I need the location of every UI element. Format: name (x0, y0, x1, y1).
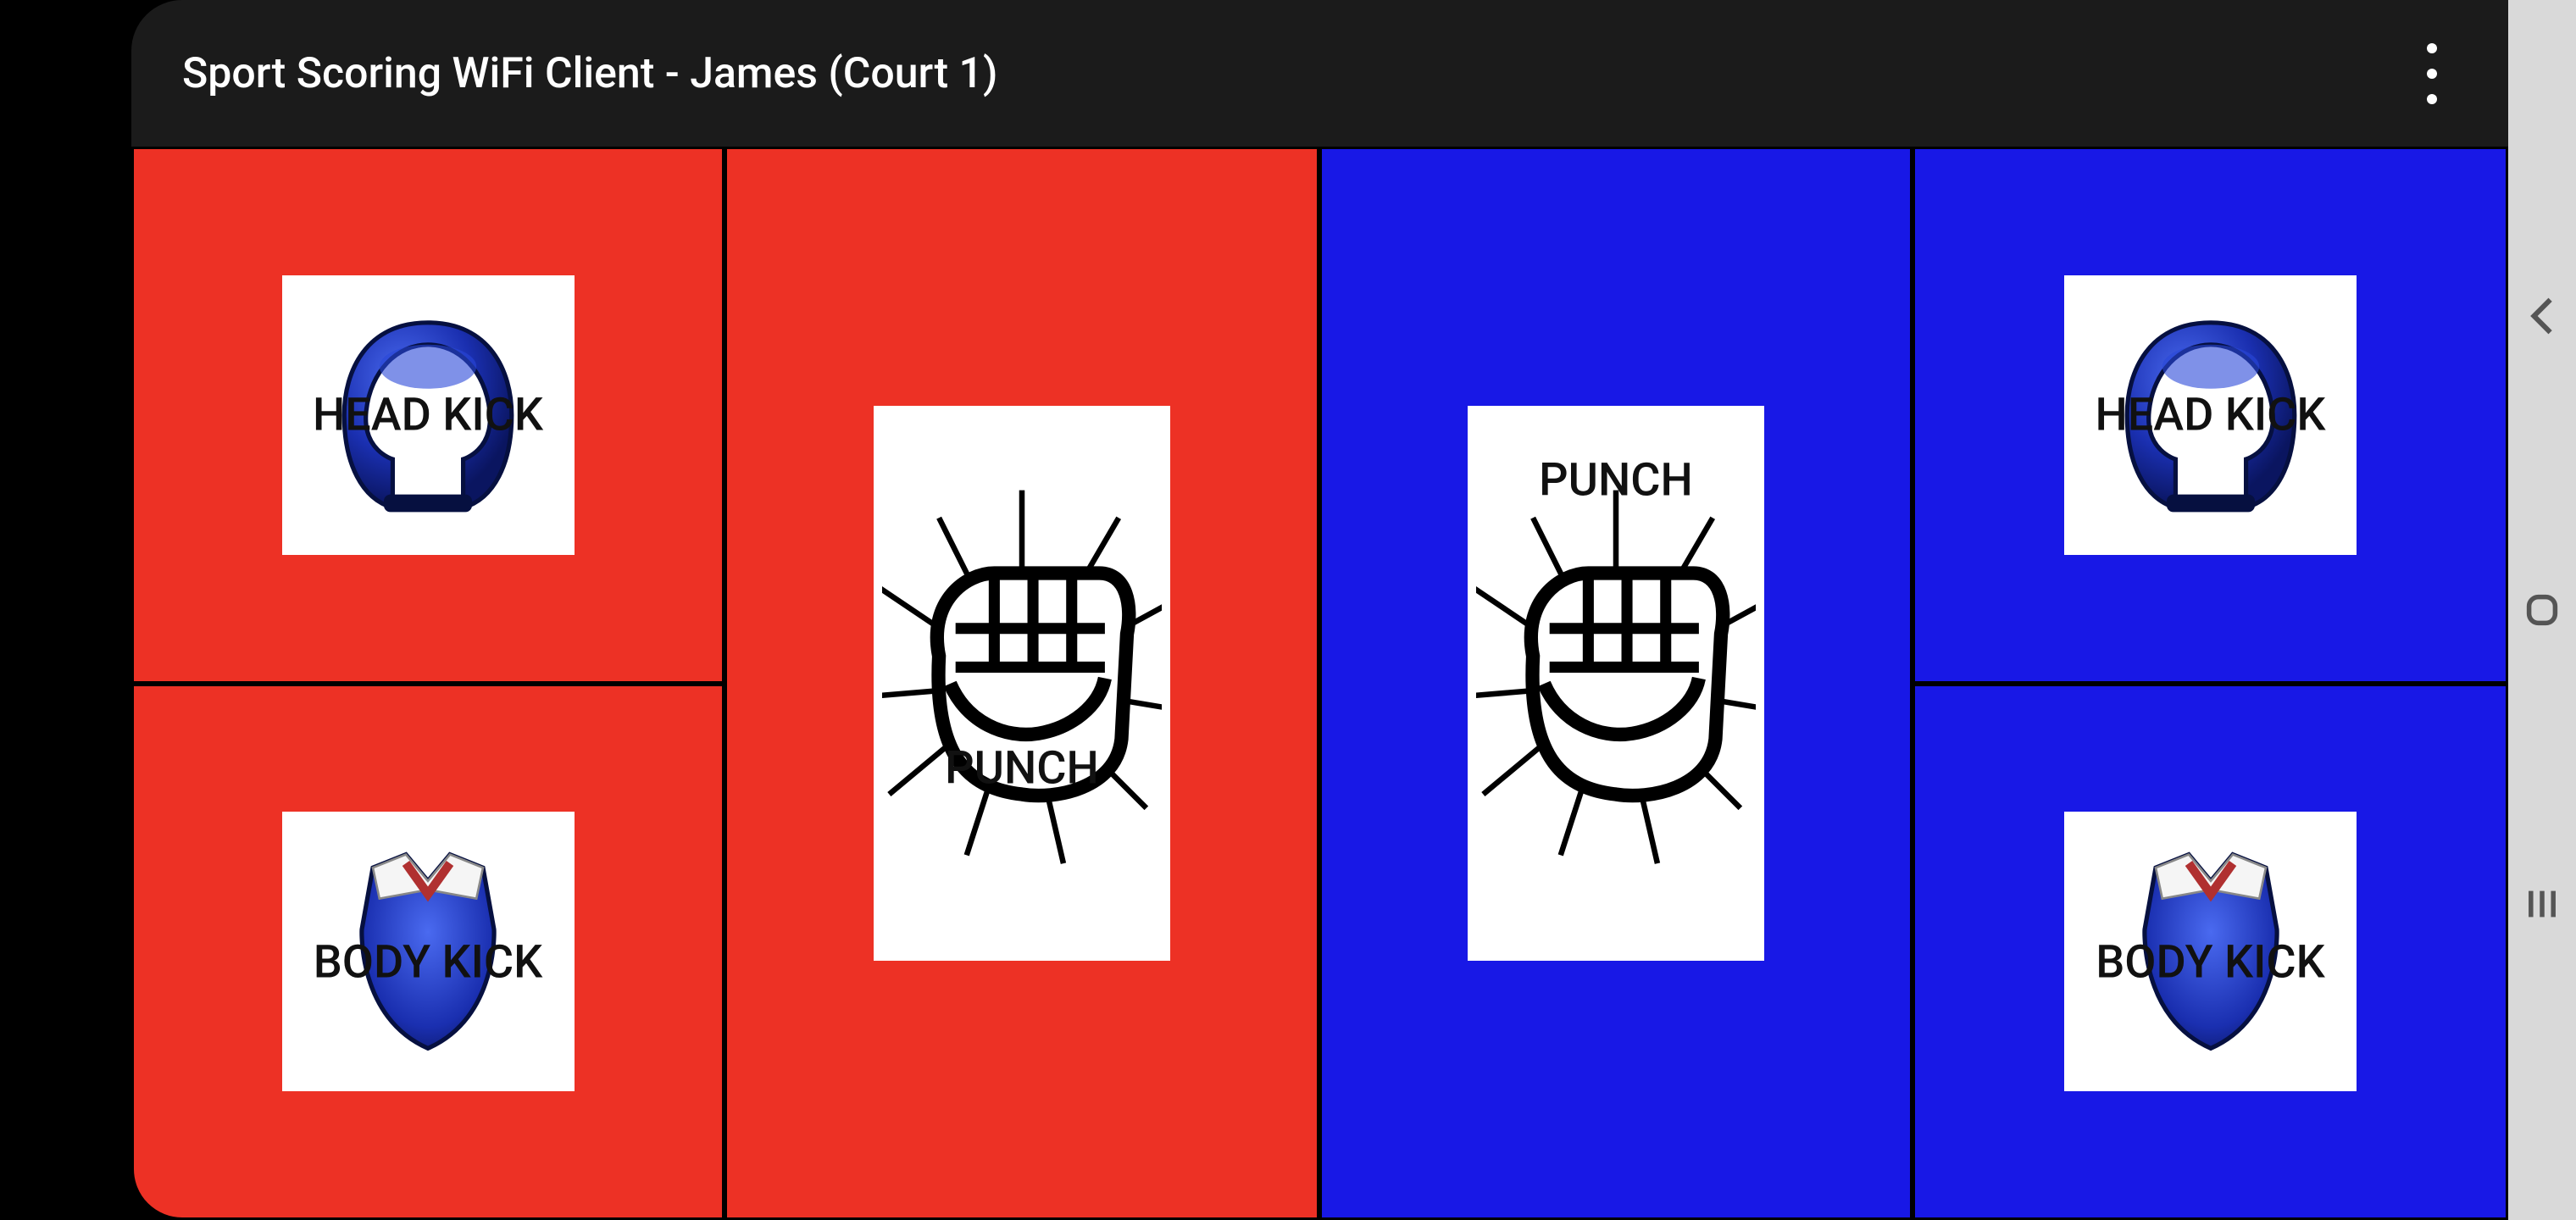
blue-punch-button[interactable]: PUNCH (1319, 147, 1913, 1220)
app-window: Sport Scoring WiFi Client - James (Court… (131, 0, 2508, 1220)
fist-icon (1468, 406, 1764, 961)
blue-head-kick-button[interactable]: HEAD KICK (1913, 147, 2508, 684)
topbar: Sport Scoring WiFi Client - James (Court… (131, 0, 2508, 147)
more-vert-icon[interactable] (2407, 23, 2457, 125)
fist-icon (874, 406, 1170, 961)
red-head-kick-button[interactable]: HEAD KICK (131, 147, 724, 684)
red-body-kick-button[interactable]: BODY KICK (131, 684, 724, 1220)
home-icon[interactable] (2517, 585, 2568, 635)
helmet-icon (2064, 275, 2357, 555)
app-title: Sport Scoring WiFi Client - James (Court… (182, 49, 2407, 98)
chest-guard-icon (282, 812, 575, 1091)
helmet-icon (282, 275, 575, 555)
phone-frame: Sport Scoring WiFi Client - James (Court… (0, 0, 2508, 1220)
recent-apps-icon[interactable] (2517, 879, 2568, 929)
blue-body-kick-button[interactable]: BODY KICK (1913, 684, 2508, 1220)
red-punch-button[interactable]: PUNCH (724, 147, 1319, 1220)
android-nav-bar (2508, 0, 2576, 1220)
back-icon[interactable] (2517, 291, 2568, 341)
chest-guard-icon (2064, 812, 2357, 1091)
scoring-grid: HEAD KICK (131, 147, 2508, 1220)
